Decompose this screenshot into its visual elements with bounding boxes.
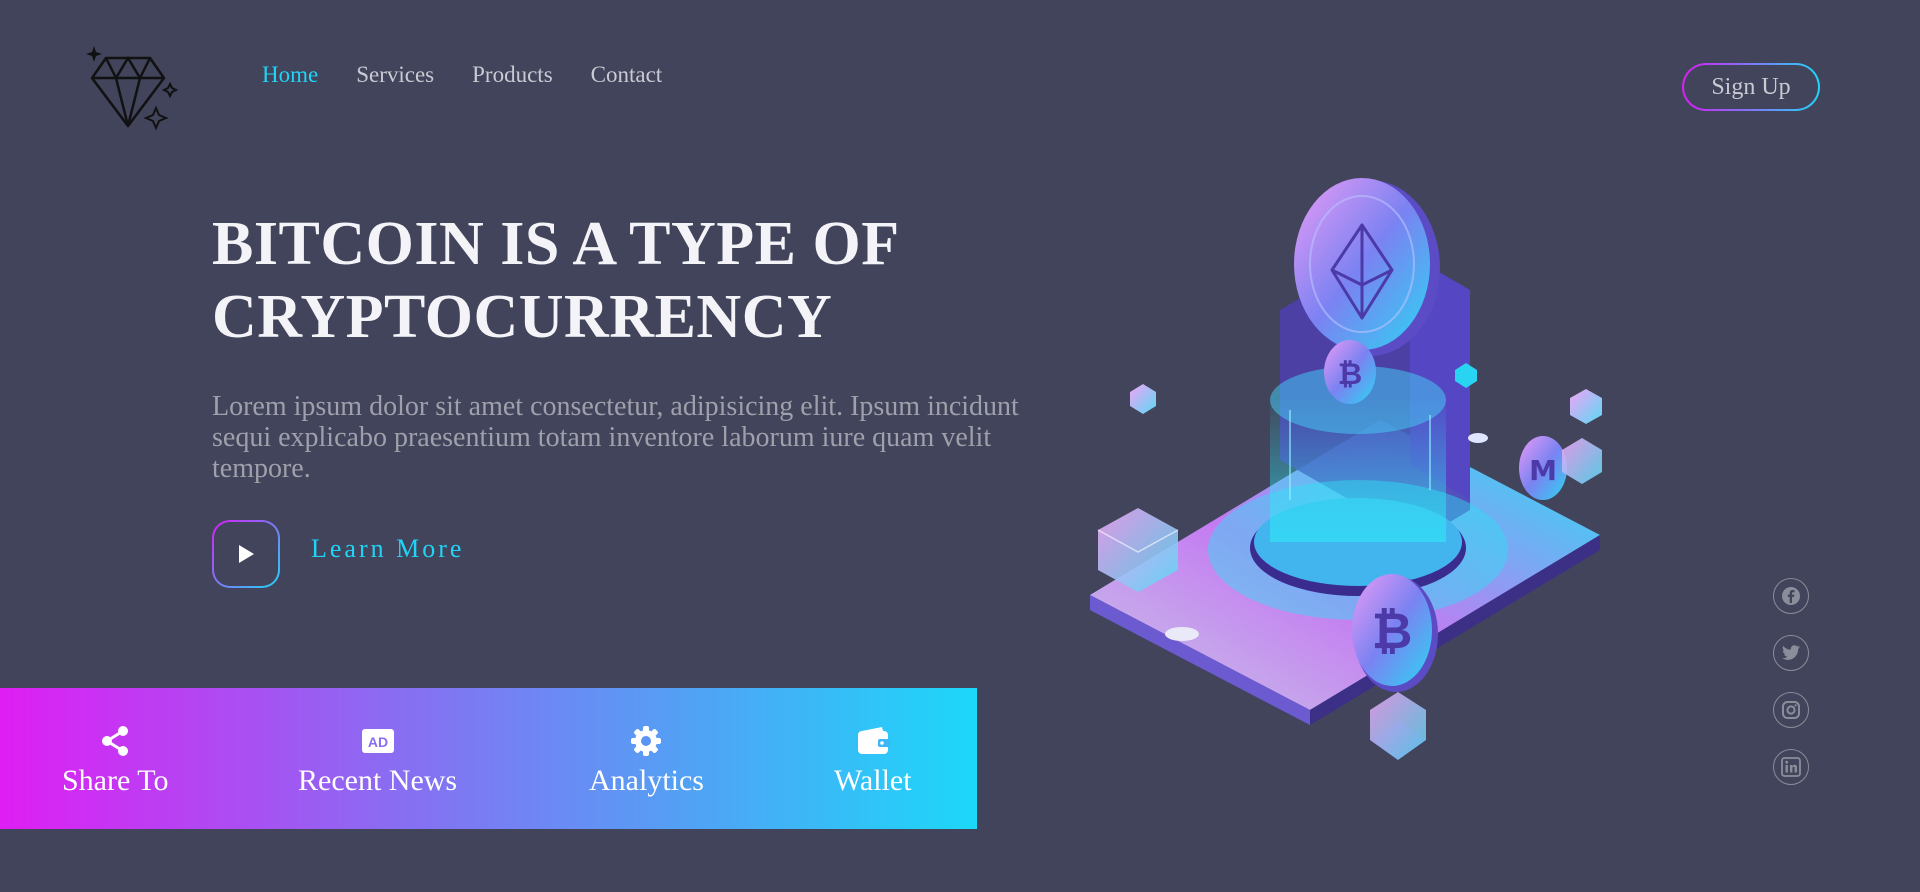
feature-share-to[interactable]: Share To [62,724,169,798]
facebook-icon [1782,587,1800,605]
feature-share-to-label: Share To [62,764,169,797]
feature-recent-news[interactable]: AD Recent News [298,724,457,798]
facebook-button[interactable] [1773,578,1809,614]
svg-text:₿: ₿ [1372,602,1413,660]
nav-item-contact[interactable]: Contact [591,62,663,88]
feature-wallet-label: Wallet [834,764,912,797]
gear-icon [631,726,662,756]
svg-text:M: M [1529,454,1557,487]
hero-title-line-1: BITCOIN IS A TYPE OF [212,210,900,278]
nav-item-products[interactable]: Products [472,62,553,88]
linkedin-button[interactable] [1773,749,1809,785]
nav-item-home[interactable]: Home [262,62,318,88]
svg-text:AD: AD [367,734,387,750]
play-button[interactable] [212,520,280,588]
feature-wallet[interactable]: Wallet [834,724,912,798]
ad-icon: AD [361,729,394,753]
instagram-button[interactable] [1773,692,1809,728]
play-icon [239,545,254,563]
share-icon [102,726,129,756]
svg-text:₿: ₿ [1338,357,1362,392]
hero-title-line-2: CRYPTOCURRENCY [212,283,833,351]
learn-more-link[interactable]: Learn More [311,534,464,564]
linkedin-icon [1781,757,1801,777]
main-nav: Home Services Products Contact [262,62,662,88]
feature-analytics[interactable]: Analytics [589,724,704,798]
feature-bar: Share To AD Recent News Analytics Wallet [0,688,977,829]
sign-up-button[interactable]: Sign Up [1682,63,1820,111]
twitter-icon [1782,645,1800,660]
wallet-icon [857,727,890,754]
sign-up-label: Sign Up [1684,65,1818,109]
crypto-illustration: ₿ M ₿ [1090,178,1602,760]
hero-description: Lorem ipsum dolor sit amet consectetur, … [212,391,1019,484]
hero-title: BITCOIN IS A TYPE OF CRYPTOCURRENCY [212,208,1032,354]
instagram-icon [1782,701,1800,719]
feature-analytics-label: Analytics [589,764,704,797]
diamond-logo-icon[interactable] [86,44,178,132]
twitter-button[interactable] [1773,635,1809,671]
nav-item-services[interactable]: Services [356,62,434,88]
feature-recent-news-label: Recent News [298,764,458,797]
